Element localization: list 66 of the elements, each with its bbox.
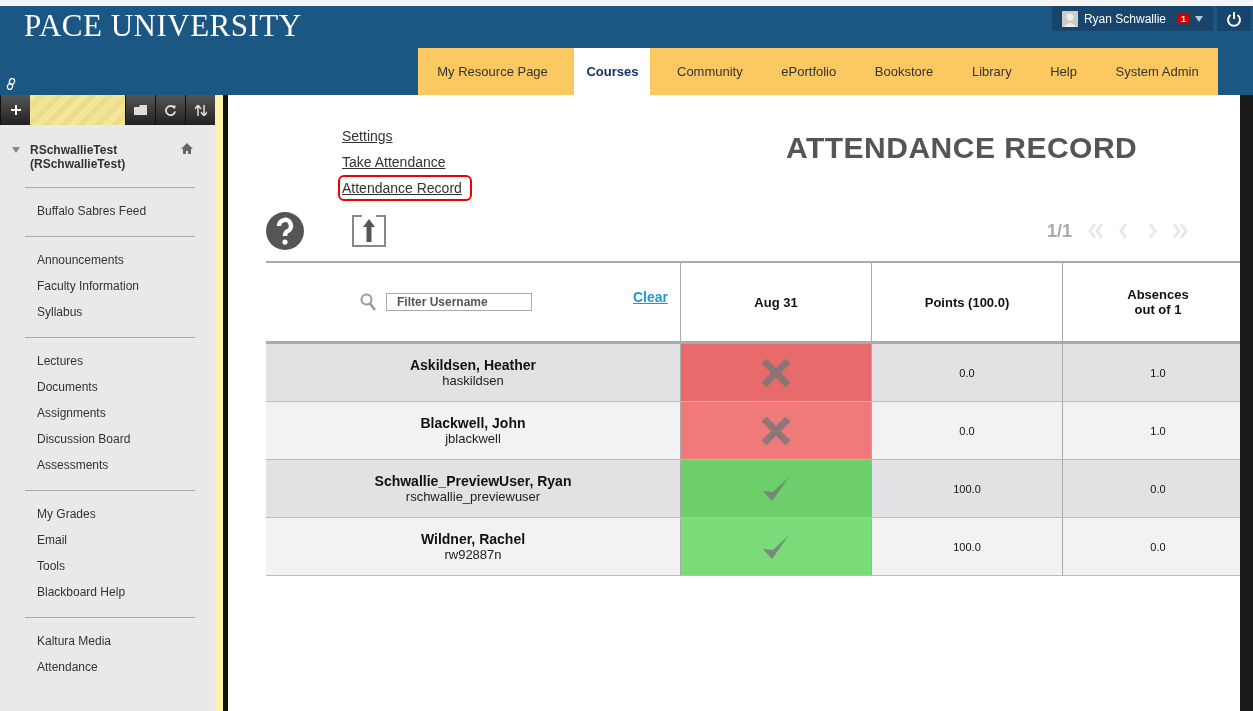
power-button[interactable]	[1217, 6, 1251, 31]
menu-item[interactable]: Kaltura Media	[37, 632, 215, 650]
page-title: ATTENDANCE RECORD	[786, 131, 1138, 166]
menu-item[interactable]: Syllabus	[37, 303, 215, 321]
nav-link[interactable]: Attendance Record	[338, 175, 472, 201]
menu-item[interactable]: Email	[37, 531, 215, 549]
menu-item[interactable]: Lectures	[37, 352, 215, 370]
nav-tab[interactable]: System Admin	[1103, 48, 1211, 95]
attendance-cell[interactable]	[680, 460, 871, 517]
nav-link[interactable]: Settings	[338, 123, 403, 149]
attendance-cell[interactable]	[680, 402, 871, 459]
checkmark-icon	[761, 474, 791, 503]
points-cell: 0.0	[871, 344, 1062, 401]
course-title[interactable]: RSchwallieTest (RSchwallieTest)	[30, 143, 171, 171]
cross-icon	[761, 416, 791, 445]
attendance-cell[interactable]	[680, 344, 871, 401]
cross-icon	[761, 358, 791, 387]
menu-item[interactable]: Assessments	[37, 456, 215, 474]
avatar-icon	[1061, 10, 1078, 27]
menu-item[interactable]: Tools	[37, 557, 215, 575]
menu-item[interactable]: Attendance	[37, 658, 215, 676]
link-icon[interactable]	[6, 78, 16, 90]
points-cell: 100.0	[871, 460, 1062, 517]
menu-item[interactable]: Discussion Board	[37, 430, 215, 448]
nav-tab[interactable]: Bookstore	[862, 48, 946, 95]
student-cell-text: Blackwell, John jblackwell	[419, 414, 527, 448]
attendance-cell[interactable]	[680, 518, 871, 575]
column-header: Points (100.0)	[871, 263, 1062, 341]
search-icon	[360, 293, 376, 311]
menu-item[interactable]: Announcements	[37, 251, 215, 269]
menu-item[interactable]: Blackboard Help	[37, 583, 215, 601]
refresh-icon	[165, 104, 176, 116]
checkmark-icon	[761, 532, 791, 561]
nav-tab[interactable]: Library	[959, 48, 1024, 95]
student-cell-text: Wildner, Rachel rw92887n	[419, 530, 527, 564]
menu-item[interactable]: Faculty Information	[37, 277, 215, 295]
nav-tab[interactable]: Courses	[574, 48, 651, 95]
menu-item[interactable]: Assignments	[37, 404, 215, 422]
nav-tab[interactable]: Help	[1038, 48, 1089, 95]
logo-text: PACE UNIVERSITY	[24, 8, 302, 44]
points-cell: 100.0	[871, 518, 1062, 575]
student-cell-text: Askildsen, Heather haskildsen	[408, 356, 538, 390]
filter-field[interactable]: Filter Username	[386, 293, 532, 311]
power-icon	[1226, 10, 1242, 27]
upload-icon[interactable]	[352, 215, 386, 247]
nav-tab[interactable]: Community	[665, 48, 755, 95]
caret-icon	[1195, 15, 1203, 22]
home-icon[interactable]	[181, 143, 193, 154]
user-menu[interactable]: Ryan Schwallie 1	[1051, 6, 1213, 31]
student-cell-text: Schwallie_PreviewUser, Ryan rschwallie_previewuser	[373, 472, 573, 506]
sort-icon	[194, 104, 207, 116]
page-count: 1/1	[1046, 220, 1072, 242]
plus-icon	[10, 105, 21, 115]
points-cell: 0.0	[871, 402, 1062, 459]
nav-tab[interactable]: My Resource Page	[425, 48, 560, 95]
menu-item[interactable]: Buffalo Sabres Feed	[37, 202, 215, 220]
menu-item[interactable]: My Grades	[37, 505, 215, 523]
folder-icon	[134, 105, 147, 115]
nav-tab[interactable]: ePortfolio	[769, 48, 849, 95]
help-icon[interactable]	[266, 212, 304, 250]
notification-badge: 1	[1178, 13, 1189, 24]
menu-item[interactable]: Documents	[37, 378, 215, 396]
user-name: Ryan Schwallie	[1083, 11, 1166, 26]
column-header: Aug 31	[680, 263, 871, 341]
nav-link[interactable]: Take Attendance	[338, 149, 456, 175]
expand-caret-icon[interactable]	[12, 147, 20, 153]
